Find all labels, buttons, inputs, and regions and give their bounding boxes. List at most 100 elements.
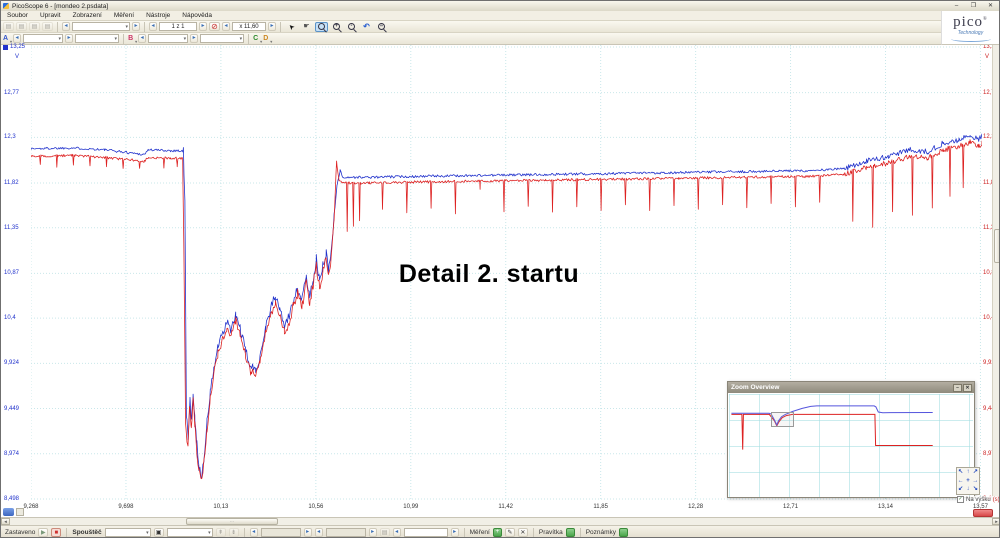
pan-arrow-6[interactable]: ↙ [957,485,964,494]
channel-a-range-down-button[interactable]: ◂ [13,34,21,43]
trigger-falling-button[interactable]: ⇟ [229,528,239,537]
trigger-channel-selector[interactable] [167,528,213,537]
trigger-options-button[interactable]: ▤ [380,528,390,537]
hand-icon: ☛ [303,23,309,30]
view-selector[interactable] [72,22,130,31]
y-tick-left: 13,25 [10,44,25,50]
notes-toggle-button[interactable] [619,528,628,537]
pan-arrow-4[interactable]: + [964,477,971,486]
menu-item-0[interactable]: Soubor [1,12,34,19]
logo-swoosh-icon [951,36,991,42]
pretrigger-up-button[interactable]: ▸ [369,528,377,537]
channel-a-marker[interactable] [3,45,8,50]
zoom-in-tool-button[interactable]: + [330,22,343,32]
edit-measurement-button[interactable]: ✎ [505,528,515,537]
vertical-scrollbar[interactable] [992,45,1000,501]
buffer-prev-page-button[interactable]: ▤ [16,22,27,31]
undo-zoom-button[interactable]: ↶ [360,22,373,32]
portrait-checkbox[interactable]: ✓ [957,496,964,503]
overview-close-button[interactable]: ✕ [963,384,972,392]
view-prev-button[interactable]: ◂ [62,22,70,31]
channel-a-range-up-button[interactable]: ▸ [65,34,73,43]
zoom-overview-window[interactable]: Zoom Overview – ✕ [727,381,975,498]
title-bar[interactable]: PicoScope 6 - [mondeo 2.psdata] – ❐ ✕ [1,1,999,11]
delete-measurement-button[interactable]: ✕ [518,528,528,537]
pointer-tool-button[interactable]: ➤ [285,22,298,32]
channel-a-menu[interactable]: A [3,35,11,42]
pretrigger-field[interactable] [326,528,366,537]
minimize-button[interactable]: – [950,2,963,10]
zoom-overview-title: Zoom Overview [731,384,779,391]
channel-d-menu[interactable]: D [263,35,271,42]
zoom-decrease-button[interactable]: ◂ [222,22,230,31]
no-overlay-icon[interactable]: ⊘ [209,22,220,31]
start-capture-button[interactable]: ▶ [38,528,48,537]
vertical-scrollbar-thumb[interactable] [994,229,1000,263]
channel-b-menu[interactable]: B [128,35,136,42]
stop-capture-button[interactable]: ■ [51,528,61,537]
trigger-rising-button[interactable]: ⇞ [216,528,226,537]
pointer-icon: ➤ [287,22,296,31]
channel-b-range-down-button[interactable]: ◂ [138,34,146,43]
menu-item-1[interactable]: Upravit [34,12,67,19]
buffer-last-button[interactable]: ▤ [42,22,53,31]
pan-arrow-7[interactable]: ↓ [964,485,971,494]
channel-b-range-selector[interactable] [148,34,188,43]
delay-down-button[interactable]: ◂ [393,528,401,537]
channel-b-range-up-button[interactable]: ▸ [190,34,198,43]
horizontal-scrollbar-thumb[interactable]: ∙∙∙ [186,518,278,525]
channel-b-coupling-selector[interactable] [200,34,244,43]
pan-arrow-0[interactable]: ↖ [957,468,964,477]
buffer-prev-button[interactable]: ◂ [149,22,157,31]
channel-c-menu[interactable]: C [253,35,261,42]
buffer-next-page-button[interactable]: ▤ [29,22,40,31]
zoom-overview-plot[interactable] [729,394,973,497]
rulers-label: Pravítka [539,529,563,536]
menu-item-3[interactable]: Měření [108,12,140,19]
channel-a-range-selector[interactable] [23,34,63,43]
horizontal-scrollbar[interactable]: ◂ ∙∙∙ ▸ [1,517,1000,525]
close-button[interactable]: ✕ [984,2,997,10]
pan-arrow-5[interactable]: → [972,477,979,486]
hand-tool-button[interactable]: ☛ [300,22,313,32]
rulers-toggle-button[interactable] [566,528,575,537]
buffer-next-button[interactable]: ▸ [199,22,207,31]
maximize-button[interactable]: ❐ [967,2,980,10]
pan-arrow-2[interactable]: ↗ [972,468,979,477]
delay-field[interactable] [404,528,448,537]
pan-arrow-3[interactable]: ← [957,477,964,486]
y-tick-left: 8,974 [4,451,19,457]
separator [66,528,67,538]
y-tick-left: 9,924 [4,360,19,366]
zoom-overview-titlebar[interactable]: Zoom Overview – ✕ [728,382,974,393]
menu-item-2[interactable]: Zobrazení [67,12,108,19]
hscroll-left-arrow[interactable]: ◂ [1,518,10,525]
delay-up-button[interactable]: ▸ [451,528,459,537]
trigger-level-down-button[interactable]: ◂ [250,528,258,537]
y-tick-left: 12,77 [4,90,19,96]
trigger-marker-button[interactable]: ▣ [154,528,164,537]
x-axis-offset-button[interactable] [973,509,993,517]
view-next-button[interactable]: ▸ [132,22,140,31]
pan-arrow-1[interactable]: ↑ [964,468,971,477]
x-axis-options-button[interactable] [16,508,24,516]
pan-arrow-8[interactable]: ↘ [972,485,979,494]
zoom-region-rect[interactable] [771,412,794,427]
trigger-mode-selector[interactable] [105,528,151,537]
zoom-full-button[interactable]: = [375,22,388,32]
trigger-level-up-button[interactable]: ▸ [304,528,312,537]
x-axis-channel-button[interactable] [3,508,14,516]
menu-item-4[interactable]: Nástroje [140,12,176,19]
zoom-increase-button[interactable]: ▸ [268,22,276,31]
buffer-first-button[interactable]: ▤ [3,22,14,31]
add-measurement-button[interactable]: + [493,528,502,537]
trigger-level-field[interactable] [261,528,301,537]
menu-item-5[interactable]: Nápověda [176,12,218,19]
pretrigger-down-button[interactable]: ◂ [315,528,323,537]
channel-a-coupling-selector[interactable] [75,34,119,43]
zoom-window-tool-button[interactable] [315,22,328,32]
hscroll-right-arrow[interactable]: ▸ [992,518,1000,525]
scope-view[interactable]: 13,2512,7712,311,8211,3510,8710,49,9249,… [1,45,1000,517]
overview-minimize-button[interactable]: – [953,384,962,392]
zoom-out-tool-button[interactable]: - [345,22,358,32]
